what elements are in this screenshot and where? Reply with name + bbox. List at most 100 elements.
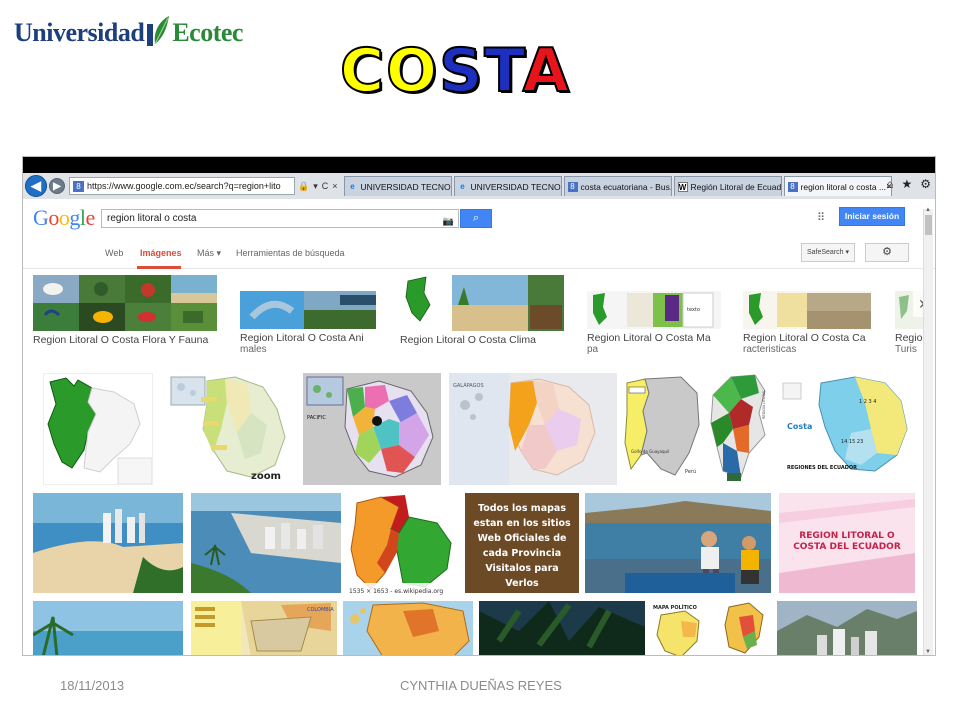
window-tools: ⌂ ★ ⚙ — [886, 177, 931, 191]
related-thumbs: texto — [587, 291, 721, 329]
result-image[interactable]: REGIÓN LITORAL — [709, 373, 775, 485]
result-image[interactable]: 1535 × 1653 - es.wikipedia.org — [347, 493, 459, 597]
svg-text:REGIÓN LITORAL: REGIÓN LITORAL — [761, 390, 766, 419]
wiki-caption: 1535 × 1653 - es.wikipedia.org — [349, 588, 443, 595]
lock-icon[interactable]: 🔒 — [298, 181, 309, 192]
result-image[interactable] — [33, 493, 183, 593]
result-image[interactable] — [33, 601, 183, 655]
tab-web[interactable]: Web — [105, 248, 123, 258]
related-label-continued: pa — [587, 344, 599, 355]
ie-icon: e — [460, 181, 465, 191]
svg-text:GALÁPAGOS: GALÁPAGOS — [453, 382, 484, 389]
logo-text-universidad: Universidad — [14, 18, 145, 47]
browser-screenshot: ◀ ▶ 8 https://www.google.com.ec/search?q… — [22, 156, 936, 656]
google-nav-bar: Web Imágenes Más ▾ Herramientas de búsqu… — [23, 237, 935, 269]
result-image[interactable]: COLOMBIA — [191, 601, 337, 655]
browser-tab[interactable]: e UNIVERSIDAD TECNOL... — [343, 176, 452, 196]
related-label-continued: racteristicas — [743, 344, 797, 355]
related-item[interactable]: Region Litoral O Costa Flora Y Fauna — [33, 275, 217, 346]
result-image[interactable] — [479, 601, 645, 655]
scroll-down-icon[interactable]: ▼ — [925, 649, 931, 655]
browser-tab-active[interactable]: 8region litoral o costa ...✕ — [783, 176, 892, 196]
region-pink-text: REGION LITORAL O COSTA DEL ECUADOR — [793, 531, 901, 552]
svg-text:COLOMBIA: COLOMBIA — [307, 607, 334, 613]
search-input[interactable]: region litoral o costa 📷 — [101, 209, 459, 228]
svg-text:Golfo de Guayaquil: Golfo de Guayaquil — [631, 449, 669, 454]
related-thumbs — [33, 275, 217, 331]
mapas-text: Todos los mapas estan en los sitios Web … — [473, 503, 571, 589]
gear-icon[interactable]: ⚙ — [920, 177, 931, 191]
google-favicon-icon: 8 — [73, 180, 84, 192]
google-favicon-icon: 8 — [787, 181, 798, 192]
ie-icon: e — [350, 181, 355, 191]
scroll-up-icon[interactable]: ▲ — [925, 207, 931, 213]
result-image[interactable]: Todos los mapas estan en los sitios Web … — [465, 493, 579, 593]
result-image[interactable]: MAPA POLÍTICO — [651, 601, 711, 655]
title-letter: C — [339, 35, 387, 107]
result-image[interactable] — [777, 601, 917, 655]
costa-label: Costa — [787, 422, 812, 431]
settings-gear-icon[interactable]: ⚙ — [865, 243, 909, 262]
result-image[interactable] — [191, 493, 341, 593]
page-scrollbar[interactable]: ▲ ▼ — [923, 207, 933, 655]
result-image[interactable]: Costa REGIONES DEL ECUADOR 1 2 3 4 14 15… — [781, 373, 915, 485]
search-button[interactable]: ⌕ — [460, 209, 492, 228]
mapa-politico-label: MAPA POLÍTICO — [653, 603, 697, 611]
related-label: Region Litoral O Costa Ca — [743, 332, 866, 344]
browser-tab[interactable]: e UNIVERSIDAD TECNOL... — [453, 176, 562, 196]
url-field[interactable]: 8 https://www.google.com.ec/search?q=reg… — [69, 177, 295, 195]
apps-grid-icon[interactable]: ⠿ — [817, 211, 825, 224]
svg-text:14 15 23: 14 15 23 — [841, 439, 863, 445]
google-header: Google region litoral o costa 📷 ⌕ ⠿ Inici… — [23, 199, 935, 237]
svg-text:texto: texto — [687, 307, 700, 313]
result-image[interactable] — [719, 601, 771, 655]
tab-label: costa ecuatoriana - Bus... — [580, 181, 672, 192]
browser-chrome: ◀ ▶ 8 https://www.google.com.ec/search?q… — [23, 157, 935, 199]
related-item[interactable]: Region Litoral O Costa Clima — [400, 275, 564, 346]
tab-more[interactable]: Más ▾ — [197, 248, 221, 259]
title-letter: T — [483, 35, 523, 107]
slide: Universidad Ecotec COSTA ◀ ▶ 8 https://w… — [0, 0, 960, 720]
regiones-label: REGIONES DEL ECUADOR — [787, 465, 857, 471]
dropdown-icon[interactable]: ▾ — [313, 181, 318, 192]
google-logo[interactable]: Google — [33, 205, 95, 231]
result-image[interactable] — [585, 493, 771, 593]
tab-search-tools[interactable]: Herramientas de búsqueda — [236, 248, 345, 258]
result-image[interactable]: GALÁPAGOS — [449, 373, 617, 485]
related-label: Regio — [895, 332, 923, 344]
star-icon[interactable]: ★ — [901, 177, 912, 191]
related-item[interactable]: texto Region Litoral O Costa Ma pa — [587, 291, 721, 355]
forward-button[interactable]: ▶ — [49, 178, 65, 194]
refresh-icon[interactable]: C — [322, 181, 329, 192]
safesearch-button[interactable]: SafeSearch ▾ — [801, 243, 855, 262]
related-item[interactable]: Region Litoral O Costa Ani males — [240, 291, 376, 355]
title-letter: O — [385, 35, 440, 107]
related-item[interactable]: Region Litoral O Costa Ca racteristicas — [743, 291, 871, 355]
search-icon: ⌕ — [472, 212, 480, 224]
related-label: Region Litoral O Costa Ma — [587, 332, 711, 344]
ecotec-logo: Universidad Ecotec — [14, 14, 243, 48]
tab-images[interactable]: Imágenes — [140, 248, 182, 258]
tab-strip: e UNIVERSIDAD TECNOL... e UNIVERSIDAD TECN… — [343, 176, 894, 196]
footer-date: 18/11/2013 — [60, 678, 125, 693]
result-image[interactable]: PACIFIC — [303, 373, 441, 485]
svg-text:1 2 3 4: 1 2 3 4 — [859, 399, 877, 405]
stop-icon[interactable]: × — [332, 181, 337, 192]
scrollbar-thumb[interactable] — [925, 215, 932, 235]
back-button[interactable]: ◀ — [25, 175, 47, 197]
result-image[interactable]: REGION LITORAL O COSTA DEL ECUADOR — [779, 493, 915, 593]
result-image[interactable] — [43, 373, 153, 485]
result-image[interactable]: Golfo de Guayaquil Perú — [621, 373, 703, 485]
home-icon[interactable]: ⌂ — [886, 177, 893, 191]
result-image[interactable] — [343, 601, 473, 655]
result-image[interactable]: zoom — [167, 373, 297, 485]
camera-icon[interactable]: 📷 — [443, 213, 454, 230]
signin-button[interactable]: Iniciar sesión — [839, 207, 905, 226]
url-text: https://www.google.com.ec/search?q=regio… — [87, 181, 281, 191]
related-thumbs — [400, 275, 564, 331]
url-tools: 🔒 ▾ C × — [298, 181, 338, 192]
browser-tab[interactable]: 8 costa ecuatoriana - Bus... — [563, 176, 672, 196]
browser-tab[interactable]: W Región Litoral de Ecuad... — [673, 176, 782, 196]
page-title: COSTA — [339, 35, 571, 107]
related-label-continued: Turis — [895, 344, 917, 355]
